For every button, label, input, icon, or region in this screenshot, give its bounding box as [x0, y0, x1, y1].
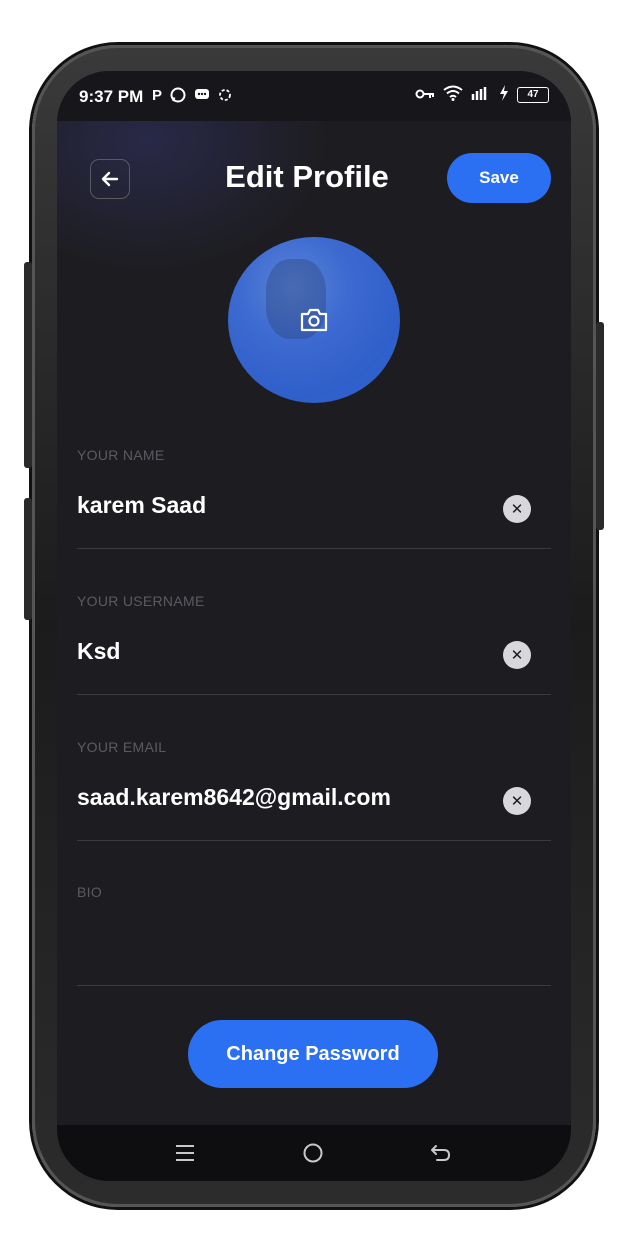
clear-name-button[interactable]: ✕: [503, 495, 531, 523]
signal-icon: [471, 85, 491, 105]
system-icons: 47: [415, 85, 549, 105]
bio-label: BIO: [77, 884, 103, 900]
page-title: Edit Profile: [225, 159, 389, 194]
system-nav-bar: [57, 1125, 571, 1181]
app-icon: [218, 87, 232, 107]
app-screen: 9:37 PM P 47 Edit Profile Save YOUR NAME…: [57, 71, 571, 1181]
divider: [77, 548, 551, 549]
volume-down-button: [24, 498, 32, 620]
close-icon: ✕: [510, 793, 524, 810]
email-field[interactable]: YOUR EMAIL saad.karem8642@gmail.com ✕: [77, 739, 551, 841]
key-icon: [415, 87, 435, 104]
arrow-left-icon: [101, 171, 119, 187]
camera-icon: [300, 308, 328, 332]
wifi-icon: [443, 85, 463, 105]
back-arrow-icon: [431, 1145, 450, 1161]
back-button[interactable]: [90, 159, 130, 199]
save-button[interactable]: Save: [447, 153, 551, 203]
status-bar: 9:37 PM P 47: [57, 71, 571, 121]
charging-icon: [499, 85, 509, 105]
email-label: YOUR EMAIL: [77, 739, 167, 755]
volume-up-button: [24, 262, 32, 468]
clear-username-button[interactable]: ✕: [503, 641, 531, 669]
name-label: YOUR NAME: [77, 447, 165, 463]
clear-email-button[interactable]: ✕: [503, 787, 531, 815]
divider: [77, 840, 551, 841]
name-input[interactable]: karem Saad: [77, 492, 206, 519]
menu-icon: [176, 1145, 194, 1161]
home-circle-icon: [303, 1143, 323, 1163]
username-label: YOUR USERNAME: [77, 593, 205, 609]
status-time: 9:37 PM: [79, 87, 144, 106]
home-button[interactable]: [298, 1138, 328, 1168]
parking-app-icon: P: [152, 87, 163, 104]
bio-field[interactable]: BIO: [77, 884, 551, 986]
nav-back-button[interactable]: [426, 1138, 456, 1168]
notification-icons: P: [152, 87, 232, 107]
close-icon: ✕: [510, 501, 524, 518]
battery-indicator: 47: [517, 87, 549, 103]
close-icon: ✕: [510, 647, 524, 664]
email-input[interactable]: saad.karem8642@gmail.com: [77, 784, 391, 811]
username-input[interactable]: Ksd: [77, 638, 120, 665]
username-field[interactable]: YOUR USERNAME Ksd ✕: [77, 593, 551, 695]
whatsapp-icon: [170, 87, 186, 107]
power-button: [596, 322, 604, 530]
divider: [77, 694, 551, 695]
avatar[interactable]: [228, 237, 400, 403]
change-password-button[interactable]: Change Password: [188, 1020, 438, 1088]
divider: [77, 985, 551, 986]
recents-button[interactable]: [170, 1138, 200, 1168]
name-field[interactable]: YOUR NAME karem Saad ✕: [77, 447, 551, 549]
chat-icon: [194, 87, 210, 107]
